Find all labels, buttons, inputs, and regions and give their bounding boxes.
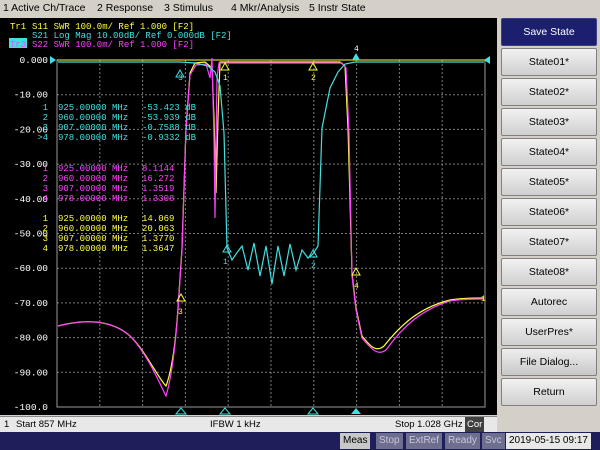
marker-3-s11-label: 3 — [178, 308, 183, 317]
marker-table-freq: 978.00000 MHz — [58, 194, 128, 204]
marker-table-value: 1.3519 — [142, 184, 174, 194]
stim-marker-1[interactable] — [218, 407, 232, 415]
channel-info-bar: 1 Start 857 MHz IFBW 1 kHz Stop 1.028 GH… — [0, 416, 497, 432]
softkey-state03[interactable]: State03* — [501, 108, 597, 136]
menu-instr-state[interactable]: 5 Instr State — [308, 0, 367, 17]
marker-table-value: -0.9332 dB — [142, 133, 197, 143]
marker-table-freq: 960.00000 MHz — [58, 174, 128, 184]
stop-frequency[interactable]: Stop 1.028 GHz — [395, 417, 463, 432]
marker-table-value: 1.3770 — [142, 234, 174, 244]
marker-table-freq: 907.00000 MHz — [58, 123, 128, 133]
marker-1-s21-label: 1 — [223, 258, 228, 267]
marker-table-id: 2 — [43, 113, 48, 123]
trace-desc-tr3: S22 SWR 100.0m/ Ref 1.000 [F2] — [32, 40, 194, 50]
softkey-state08[interactable]: State08* — [501, 258, 597, 286]
marker-4-s21[interactable] — [352, 53, 360, 60]
marker-4-s21-label: 4 — [354, 45, 359, 54]
marker-table-value: -0.7588 dB — [142, 123, 197, 133]
softkey-autorec[interactable]: Autorec — [501, 288, 597, 316]
marker-2-s21-label: 2 — [311, 262, 316, 271]
menu-mkr-analysis[interactable]: 4 Mkr/Analysis — [230, 0, 300, 17]
marker-table-value: 20.063 — [142, 224, 174, 234]
y-tick-label: -90.00 — [14, 367, 49, 378]
marker-table-id: 2 — [43, 224, 48, 234]
softkey-state02[interactable]: State02* — [501, 78, 597, 106]
marker-table-id: >4 — [37, 133, 48, 143]
marker-table-freq: 978.00000 MHz — [58, 244, 128, 254]
marker-table-freq: 907.00000 MHz — [58, 234, 128, 244]
marker-table-id: 1 — [43, 103, 48, 113]
stim-marker-4[interactable] — [351, 408, 361, 414]
status-ready: Ready — [445, 433, 480, 449]
marker-table-id: 1 — [43, 164, 48, 174]
marker-table-freq: 978.00000 MHz — [58, 133, 128, 143]
marker-table-freq: 960.00000 MHz — [58, 224, 128, 234]
softkey-userpres[interactable]: UserPres* — [501, 318, 597, 346]
marker-table-freq: 925.00000 MHz — [58, 164, 128, 174]
trace-display: Tr1 S11 SWR 100.0m/ Ref 1.000 [F2] Tr2 S… — [9, 22, 490, 415]
stim-marker-3[interactable] — [174, 407, 188, 415]
measurement-plot[interactable]: Tr1 S11 SWR 100.0m/ Ref 1.000 [F2] Tr2 S… — [0, 18, 497, 415]
marker-4-s11[interactable] — [351, 266, 361, 276]
softkey-panel: Save State State01* State02* State03* St… — [499, 18, 600, 410]
trace-s11-end-label: 1 — [481, 295, 486, 304]
marker-4-s11-label: 4 — [354, 282, 359, 291]
marker-table-value: -53.423 dB — [142, 103, 197, 113]
marker-table-freq: 925.00000 MHz — [58, 103, 128, 113]
softkey-state05[interactable]: State05* — [501, 168, 597, 196]
start-frequency[interactable]: Start 857 MHz — [16, 417, 77, 432]
status-stop: Stop — [376, 433, 403, 449]
marker-table-id: 1 — [43, 214, 48, 224]
softkey-state01[interactable]: State01* — [501, 48, 597, 76]
menu-bar: 1 Active Ch/Trace 2 Response 3 Stimulus … — [0, 0, 600, 17]
y-tick-label: 0.000 — [19, 55, 48, 66]
trace-label-tr3[interactable]: Tr3 — [10, 40, 26, 50]
softkey-state04[interactable]: State04* — [501, 138, 597, 166]
y-tick-label: -10.00 — [14, 90, 49, 101]
menu-active-ch-trace[interactable]: 1 Active Ch/Trace — [2, 0, 86, 17]
marker-table-value: 8.1144 — [142, 164, 174, 174]
marker-table-id: 3 — [43, 123, 48, 133]
marker-table-value: 1.3647 — [142, 244, 174, 254]
marker-table-value: 1.3308 — [142, 194, 174, 204]
status-datetime: 2019-05-15 09:17 — [506, 433, 591, 449]
marker-table-id: 4 — [43, 194, 48, 204]
marker-table-freq: 925.00000 MHz — [58, 214, 128, 224]
status-extref: ExtRef — [406, 433, 443, 449]
marker-table-value: -53.939 dB — [142, 113, 197, 123]
menu-stimulus[interactable]: 3 Stimulus — [163, 0, 214, 17]
marker-2-top-label: 2 — [311, 74, 316, 83]
marker-table-id: 2 — [43, 174, 48, 184]
softkey-return[interactable]: Return — [501, 378, 597, 406]
marker-table-freq: 960.00000 MHz — [58, 113, 128, 123]
correction-indicator: Cor — [465, 417, 485, 432]
marker-table-freq: 907.00000 MHz — [58, 184, 128, 194]
marker-2-top[interactable] — [308, 61, 318, 71]
marker-table-value: 16.272 — [142, 174, 174, 184]
ifbw-value[interactable]: IFBW 1 kHz — [210, 417, 261, 432]
stim-marker-2[interactable] — [306, 407, 320, 415]
reference-left-arrow[interactable] — [50, 56, 56, 64]
y-tick-label: -60.00 — [14, 263, 49, 274]
y-tick-label: -70.00 — [14, 298, 49, 309]
status-meas: Meas — [340, 433, 371, 449]
marker-1-top-label: 1 — [223, 74, 228, 83]
softkey-state06[interactable]: State06* — [501, 198, 597, 226]
channel-number[interactable]: 1 — [4, 417, 9, 432]
menu-response[interactable]: 2 Response — [96, 0, 154, 17]
marker-table-id: 3 — [43, 184, 48, 194]
y-tick-label: -80.00 — [14, 333, 49, 344]
marker-table-value: 14.069 — [142, 214, 174, 224]
softkey-state07[interactable]: State07* — [501, 228, 597, 256]
softkey-file-dialog[interactable]: File Dialog... — [501, 348, 597, 376]
y-tick-label: -100.0 — [14, 402, 49, 413]
status-svc: Svc — [482, 433, 505, 449]
softkey-save-state[interactable]: Save State — [501, 18, 597, 46]
status-bar: Meas Stop ExtRef Ready Svc 2019-05-15 09… — [0, 432, 600, 450]
marker-table-id: 3 — [43, 234, 48, 244]
marker-table-id: 4 — [43, 244, 48, 254]
marker-3-s21-label: 3 — [178, 74, 183, 83]
